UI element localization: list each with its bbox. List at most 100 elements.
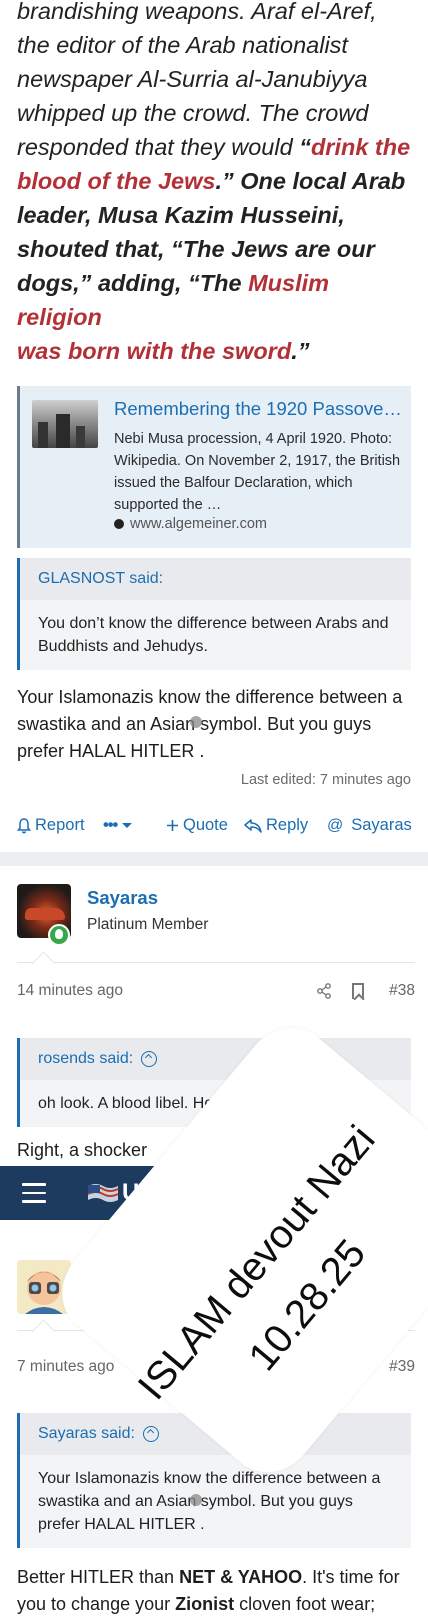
link-preview-domain-text: www.algemeiner.com [130,516,267,532]
user-avatar-thumbnail[interactable] [194,1180,222,1208]
quote-block: Sayaras said: Your Islamonazis know the … [17,1413,411,1548]
more-options-button[interactable]: ••• [103,816,133,835]
post-meta-row: 14 minutes ago #38 [17,980,415,1004]
chevron-down-icon [122,822,133,828]
reply-segment: cloven foot wear; [234,1594,376,1614]
quote-author[interactable]: rosends said: [20,1038,411,1080]
article-segment: .” [291,338,310,364]
reply-segment: Better HITLER than [17,1567,180,1587]
bookmark-icon[interactable] [352,983,364,999]
bookmark-icon[interactable] [352,1359,364,1375]
post-time[interactable]: 14 minutes ago [17,982,123,1000]
article-line: brandishing weapons. Araf el-Aref, [17,0,415,28]
post-actions-bar: Report ••• Quote Reply @ Sayaras [17,812,415,842]
article-segment: newspaper Al-Surria al-Janubiyya [17,66,368,92]
article-segment: brandishing weapons. Araf el-Aref, [17,0,377,24]
link-preview-card[interactable]: Remembering the 1920 Passove… Nebi Musa … [17,386,411,548]
notch [31,1319,56,1344]
reply-segment: NET & YAHOO [179,1567,303,1587]
quote-text: Your Islamonazis know the difference bet… [38,1470,381,1533]
search-icon[interactable] [384,1183,404,1203]
article-quote-text: brandishing weapons. Araf el-Aref, the ed… [17,0,415,368]
last-edited-label: Last edited: 7 minutes ago [240,772,411,788]
more-label[interactable]: ••• [103,816,118,835]
quote-author-label[interactable]: Sayaras said: [38,1425,135,1443]
article-line: dogs,” adding, “The Muslim religion [17,266,415,334]
mention-button[interactable]: @ Sayaras [327,816,412,835]
arrow-up-circle-icon[interactable] [142,1426,159,1442]
site-logo[interactable]: USMB [122,1179,191,1207]
site-favicon-icon [114,519,124,529]
post-divider [0,852,428,866]
quote-text: You don’t know the difference between Ar… [38,615,389,655]
quote-block: rosends said: oh look. A blood libel. Ho… [17,1038,411,1127]
reply-arrow-icon [244,818,262,833]
link-preview-description: Nebi Musa procession, 4 April 1920. Phot… [114,431,401,513]
article-segment: “ [299,134,311,160]
header-separator [17,962,415,963]
avatar[interactable] [17,1260,71,1314]
article-segment: dogs,” adding, “The [17,270,249,296]
arrow-up-circle-icon[interactable] [141,1051,158,1067]
article-segment: the editor of the Arab nationalist [17,32,348,58]
reply-button[interactable]: Reply [244,816,308,835]
article-line: the editor of the Arab nationalist [17,28,415,62]
post-1-reply-text: Your Islamonazis know the difference bet… [17,687,403,761]
share-icon[interactable] [316,983,332,999]
username[interactable]: Sayaras [87,887,158,909]
article-line: newspaper Al-Surria al-Janubiyya [17,62,415,96]
post-meta-row: 7 minutes ago #39 [17,1356,415,1380]
quote-author[interactable]: Sayaras said: [20,1413,411,1455]
article-segment: blood of the Jews [17,168,216,194]
username[interactable]: GLASNOST [87,1263,190,1285]
mail-icon[interactable] [246,1186,266,1200]
post-time[interactable]: 7 minutes ago [17,1358,114,1376]
article-segment: .” One local Arab [215,168,406,194]
post-number[interactable]: #39 [389,1358,415,1376]
link-preview-domain: www.algemeiner.com [114,516,267,532]
article-line: whipped up the crowd. The crowd [17,96,415,130]
article-segment: shouted that, “The Jews are our [17,236,375,262]
link-preview-title[interactable]: Remembering the 1920 Passove… [114,398,406,420]
report-button[interactable]: Report [17,816,85,835]
hamburger-menu-icon[interactable] [22,1183,46,1203]
plus-icon [167,820,178,831]
quote-label[interactable]: Quote [183,816,228,835]
share-icon[interactable] [316,1359,332,1375]
online-status-icon [48,924,70,946]
user-title: Gold Memb [87,1292,168,1309]
report-label[interactable]: Report [35,816,85,835]
article-line: blood of the Jews.” One local Arab [17,164,415,198]
header-separator [17,1330,415,1331]
link-preview-thumbnail [32,400,98,448]
article-line: responded that they would “drink the [17,130,415,164]
user-title: Platinum Member [87,916,209,933]
notch [31,951,56,976]
reply-label[interactable]: Reply [266,816,308,835]
post-1-article: brandishing weapons. Araf el-Aref, the ed… [17,0,415,368]
article-line: shouted that, “The Jews are our [17,232,415,266]
article-segment: drink the [310,134,411,160]
reply-segment: Zionist [175,1594,235,1614]
article-segment: leader, Musa Kazim Husseini, [17,202,345,228]
quote-author[interactable]: GLASNOST said: [20,558,411,600]
quote-block: GLASNOST said: You don’t know the differ… [17,558,411,670]
article-line: leader, Musa Kazim Husseini, [17,198,415,232]
article-line: was born with the sword.” [17,334,415,368]
quote-button[interactable]: Quote [166,816,228,835]
quote-author-label[interactable]: GLASNOST said: [38,570,163,588]
mention-label[interactable]: Sayaras [351,816,412,835]
post-3-reply-text: Better HITLER than NET & YAHOO. It's tim… [17,1564,415,1618]
scroll-indicator [190,716,202,728]
flag-logo-icon [87,1184,119,1202]
article-segment: whipped up the crowd. The crowd [17,100,369,126]
article-segment: was born with the sword [17,338,292,364]
at-icon: @ [327,816,344,834]
quote-text: oh look. A blood libel. How unexpected. [38,1095,317,1112]
bell-icon [17,817,31,833]
site-navbar: USMB [0,1166,428,1220]
post-number[interactable]: #38 [389,982,415,1000]
reaction-icon[interactable] [287,1357,309,1379]
scroll-indicator [190,1494,202,1506]
quote-author-label[interactable]: rosends said: [38,1050,133,1068]
